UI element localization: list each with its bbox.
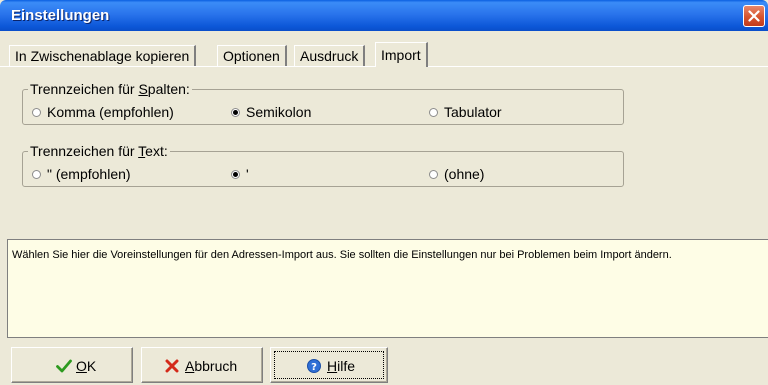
svg-text:?: ? — [311, 362, 317, 373]
tab-clipboard[interactable]: In Zwischenablage kopieren — [9, 45, 197, 66]
radio-no-quote[interactable]: (ohne) — [429, 166, 484, 182]
help-icon: ? — [307, 359, 321, 373]
window-title: Einstellungen — [11, 7, 110, 24]
help-label: Hilfe — [327, 358, 356, 374]
title-bar[interactable]: Einstellungen — [0, 0, 768, 31]
radio-circle-icon — [429, 107, 438, 117]
radio-circle-icon — [32, 107, 41, 117]
radio-tab[interactable]: Tabulator — [429, 104, 502, 120]
cancel-button[interactable]: Abbruch — [141, 347, 263, 383]
info-panel: Wählen Sie hier die Voreinstellungen für… — [7, 239, 768, 338]
ok-label: OK — [76, 358, 97, 374]
cancel-label: Abbruch — [185, 358, 238, 374]
radio-semicolon[interactable]: Semikolon — [231, 104, 311, 120]
radio-single-quote[interactable]: ' — [231, 166, 249, 182]
checkmark-icon — [56, 359, 72, 373]
radio-circle-icon — [429, 169, 438, 179]
ok-button[interactable]: OK — [11, 347, 133, 383]
radio-circle-checked-icon — [231, 107, 240, 117]
radio-comma[interactable]: Komma (empfohlen) — [32, 104, 174, 120]
tab-print[interactable]: Ausdruck — [294, 45, 366, 66]
red-x-icon — [165, 359, 179, 373]
close-button[interactable] — [743, 5, 765, 27]
radio-circle-checked-icon — [231, 169, 240, 179]
help-button[interactable]: ? Hilfe — [270, 347, 388, 383]
tab-import[interactable]: Import — [375, 42, 428, 67]
tab-options[interactable]: Optionen — [217, 45, 287, 66]
column-separator-legend: Trennzeichen für Spalten: — [28, 81, 192, 97]
settings-dialog: Einstellungen In Zwischenablage kopieren… — [0, 0, 768, 385]
close-icon — [748, 10, 760, 22]
radio-circle-icon — [32, 169, 41, 179]
text-separator-legend: Trennzeichen für Text: — [28, 143, 170, 159]
radio-double-quote[interactable]: " (empfohlen) — [32, 166, 131, 182]
